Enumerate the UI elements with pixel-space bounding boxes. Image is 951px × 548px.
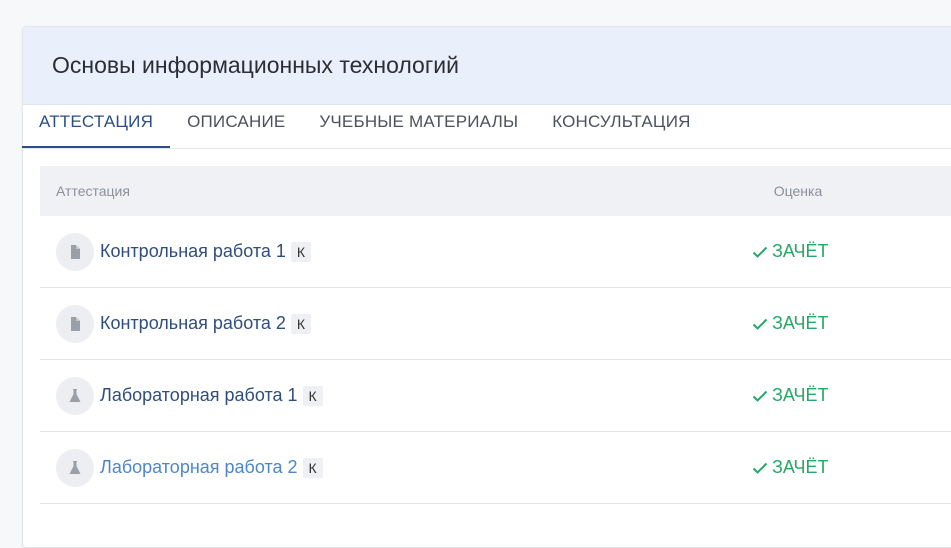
work-cell: Лабораторная работа 2 К — [40, 448, 752, 487]
work-link[interactable]: Контрольная работа 2 — [100, 313, 286, 334]
column-header-attestation: Аттестация — [56, 183, 130, 199]
column-header-grade: Оценка — [773, 183, 823, 199]
document-icon — [56, 304, 94, 343]
grade-cell: ЗАЧЁТ — [752, 385, 828, 406]
grade-value: ЗАЧЁТ — [772, 313, 829, 333]
tab-attestation[interactable]: АТТЕСТАЦИЯ — [22, 98, 171, 148]
check-icon — [752, 246, 768, 258]
work-link[interactable]: Лабораторная работа 2 — [100, 457, 298, 478]
grade-value: ЗАЧЁТ — [772, 241, 829, 261]
table-row: Лабораторная работа 1 К ЗАЧЁТ — [40, 360, 951, 432]
grade-cell: ЗАЧЁТ — [752, 241, 828, 262]
work-cell: Контрольная работа 1 К — [40, 232, 752, 271]
grade-cell: ЗАЧЁТ — [752, 313, 828, 334]
control-badge: К — [290, 241, 312, 262]
control-badge: К — [290, 313, 312, 334]
grade-cell: ЗАЧЁТ — [752, 457, 828, 478]
tab-bar: АТТЕСТАЦИЯ ОПИСАНИЕ УЧЕБНЫЕ МАТЕРИАЛЫ КО… — [22, 98, 951, 149]
work-link[interactable]: Контрольная работа 1 — [100, 241, 286, 262]
attestation-table: Аттестация Оценка Контрольная работа 1 К… — [40, 166, 951, 504]
table-row: Лабораторная работа 2 К ЗАЧЁТ — [40, 432, 951, 504]
course-header: Основы информационных технологий — [23, 27, 951, 105]
document-icon — [56, 232, 94, 271]
control-badge: К — [302, 457, 323, 478]
control-badge: К — [302, 385, 323, 406]
tab-description[interactable]: ОПИСАНИЕ — [170, 98, 302, 148]
work-cell: Контрольная работа 2 К — [40, 304, 752, 343]
check-icon — [752, 318, 768, 330]
table-row: Контрольная работа 1 К ЗАЧЁТ — [40, 216, 951, 288]
check-icon — [752, 462, 768, 474]
flask-icon — [56, 376, 94, 415]
tab-materials[interactable]: УЧЕБНЫЕ МАТЕРИАЛЫ — [302, 98, 535, 148]
course-title: Основы информационных технологий — [52, 52, 459, 78]
tab-consultation[interactable]: КОНСУЛЬТАЦИЯ — [535, 98, 707, 148]
grade-value: ЗАЧЁТ — [772, 385, 829, 405]
check-icon — [752, 390, 768, 402]
flask-icon — [56, 448, 94, 487]
work-cell: Лабораторная работа 1 К — [40, 376, 752, 415]
work-link[interactable]: Лабораторная работа 1 — [100, 385, 298, 406]
table-header: Аттестация Оценка — [40, 166, 951, 216]
table-row: Контрольная работа 2 К ЗАЧЁТ — [40, 288, 951, 360]
grade-value: ЗАЧЁТ — [772, 457, 829, 477]
